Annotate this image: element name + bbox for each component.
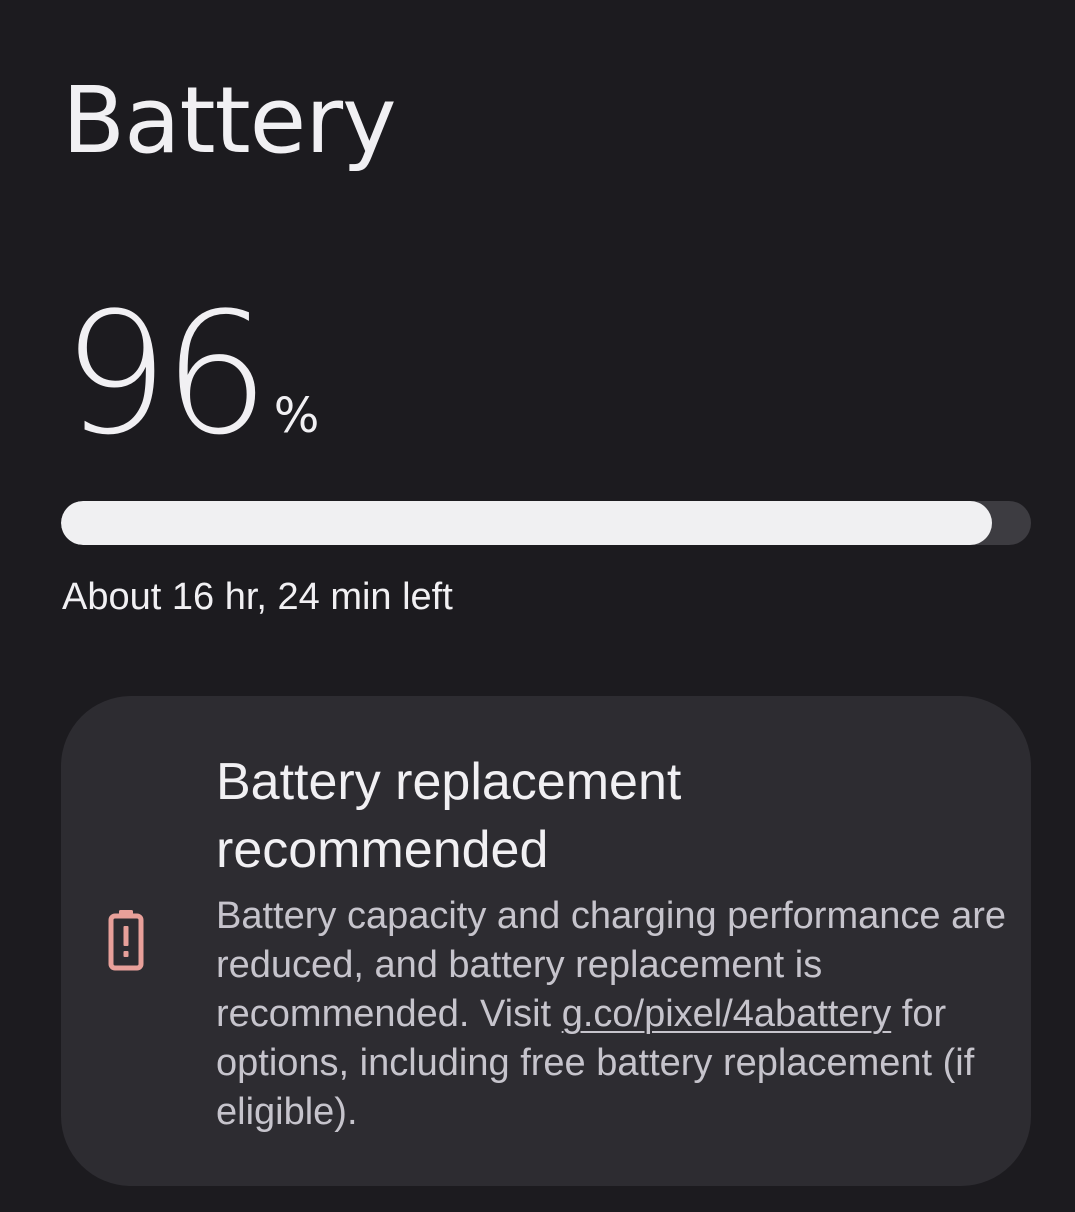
battery-level-bar — [61, 501, 1031, 545]
time-remaining: About 16 hr, 24 min left — [62, 576, 453, 618]
card-body: Battery capacity and charging performanc… — [216, 892, 1006, 1137]
card-title: Battery replacement recommended — [216, 753, 682, 879]
battery-replacement-card[interactable]: Battery replacement recommended Battery … — [61, 696, 1031, 1186]
battery-level-value: 96 — [62, 276, 270, 472]
page-title: Battery — [62, 67, 397, 174]
card-text: Battery replacement recommended Battery … — [216, 748, 1006, 1137]
battery-level-unit: % — [273, 388, 320, 444]
battery-level: 96 % — [62, 290, 319, 460]
battery-level-bar-fill — [61, 501, 993, 545]
replacement-info-link[interactable]: g.co/pixel/4abattery — [562, 993, 892, 1035]
battery-alert-icon — [107, 908, 147, 972]
